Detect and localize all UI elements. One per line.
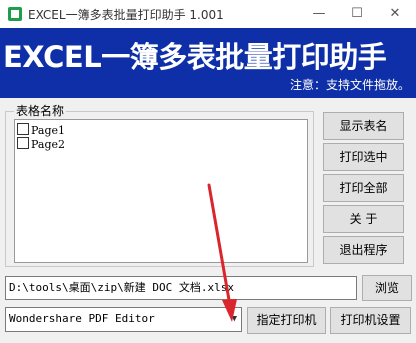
sheet-name: Page1 [31,124,66,137]
close-button[interactable]: ✕ [376,0,414,28]
app-icon [8,7,22,21]
set-printer-button[interactable]: 指定打印机 [247,307,326,334]
file-path-field[interactable]: D:\tools\桌面\zip\新建 DOC 文档.xlsx [5,276,357,300]
sheet-name: Page2 [31,138,66,151]
printer-select-value: Wondershare PDF Editor [9,312,155,325]
minimize-button[interactable]: — [300,0,338,28]
maximize-button[interactable]: ☐ [338,0,376,28]
app-banner: EXCEL一簿多表批量打印助手 注意：支持文件拖放。 [0,28,416,98]
title-bar: EXCEL一簿多表批量打印助手 1.001 — ☐ ✕ [0,0,416,28]
chevron-down-icon[interactable]: ▼ [232,308,237,330]
sheet-checkbox[interactable] [17,123,29,135]
sheet-list-item[interactable]: Page1 [17,123,65,137]
banner-title: EXCEL一簿多表批量打印助手 [3,40,387,74]
sheet-list-item[interactable]: Page2 [17,137,65,151]
drag-drop-note: 注意：支持文件拖放。 [289,78,410,92]
sheet-listbox[interactable]: Page1 Page2 [14,119,308,263]
printer-settings-button[interactable]: 打印机设置 [330,307,411,334]
printer-select[interactable]: Wondershare PDF Editor ▼ [5,307,242,332]
print-selected-button[interactable]: 打印选中 [323,143,404,171]
window-title: EXCEL一簿多表批量打印助手 1.001 [28,8,224,22]
sheet-list-label: 表格名称 [14,102,67,119]
sheet-checkbox[interactable] [17,137,29,149]
browse-button[interactable]: 浏览 [362,275,412,301]
print-all-button[interactable]: 打印全部 [323,174,404,202]
show-sheet-names-button[interactable]: 显示表名 [323,112,404,140]
about-button[interactable]: 关 于 [323,205,404,233]
exit-button[interactable]: 退出程序 [323,236,404,264]
